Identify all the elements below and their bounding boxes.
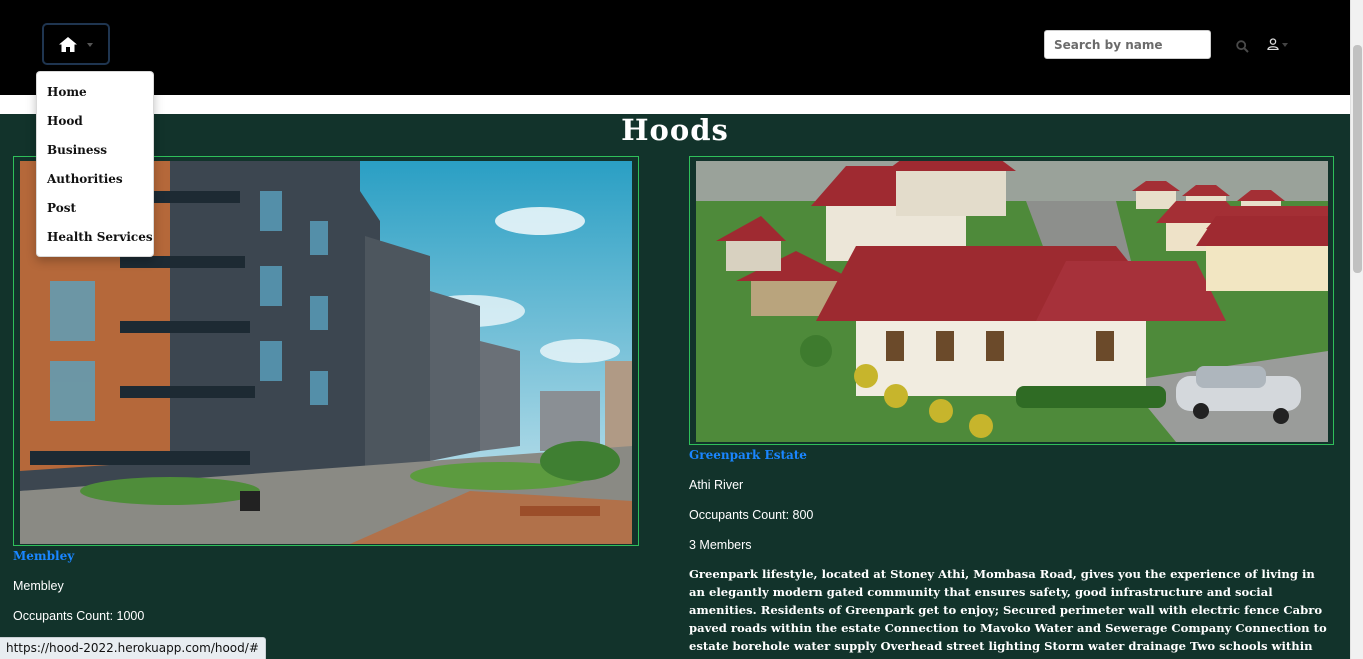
page-title: Hoods bbox=[621, 113, 729, 147]
hood-occupants: Occupants Count: 1000 bbox=[13, 609, 145, 623]
hood-location: Membley bbox=[13, 579, 64, 593]
hood-card-image-frame bbox=[689, 156, 1334, 445]
menu-item-home[interactable]: Home bbox=[37, 78, 153, 107]
hood-members-count: 3 Members bbox=[689, 538, 752, 552]
menu-item-post[interactable]: Post bbox=[37, 194, 153, 223]
nav-divider-strip bbox=[0, 95, 1350, 114]
chevron-down-icon bbox=[1282, 43, 1288, 47]
chevron-down-icon bbox=[87, 43, 93, 47]
hood-description: Greenpark lifestyle, located at Stoney A… bbox=[689, 567, 1327, 659]
user-menu-toggle[interactable] bbox=[1267, 38, 1288, 50]
hood-name-link[interactable]: Greenpark Estate bbox=[689, 448, 807, 462]
page-scrollbar[interactable] bbox=[1350, 0, 1363, 659]
home-dropdown-menu: Home Hood Business Authorities Post Heal… bbox=[36, 71, 154, 257]
search-input[interactable] bbox=[1044, 30, 1211, 59]
hood-occupants: Occupants Count: 800 bbox=[689, 508, 814, 522]
scrollbar-thumb[interactable] bbox=[1353, 45, 1362, 273]
menu-item-health-services[interactable]: Health Services bbox=[37, 223, 153, 252]
top-navbar bbox=[0, 0, 1350, 95]
browser-status-url: https://hood-2022.herokuapp.com/hood/# bbox=[0, 637, 266, 659]
hood-name-link[interactable]: Membley bbox=[13, 549, 74, 563]
menu-item-business[interactable]: Business bbox=[37, 136, 153, 165]
menu-item-authorities[interactable]: Authorities bbox=[37, 165, 153, 194]
menu-item-hood[interactable]: Hood bbox=[37, 107, 153, 136]
search-icon[interactable] bbox=[1236, 38, 1249, 57]
home-dropdown-toggle[interactable] bbox=[42, 23, 110, 65]
hood-location: Athi River bbox=[689, 478, 744, 492]
user-icon bbox=[1267, 38, 1279, 50]
hood-photo[interactable] bbox=[696, 161, 1328, 442]
home-icon bbox=[59, 36, 77, 52]
